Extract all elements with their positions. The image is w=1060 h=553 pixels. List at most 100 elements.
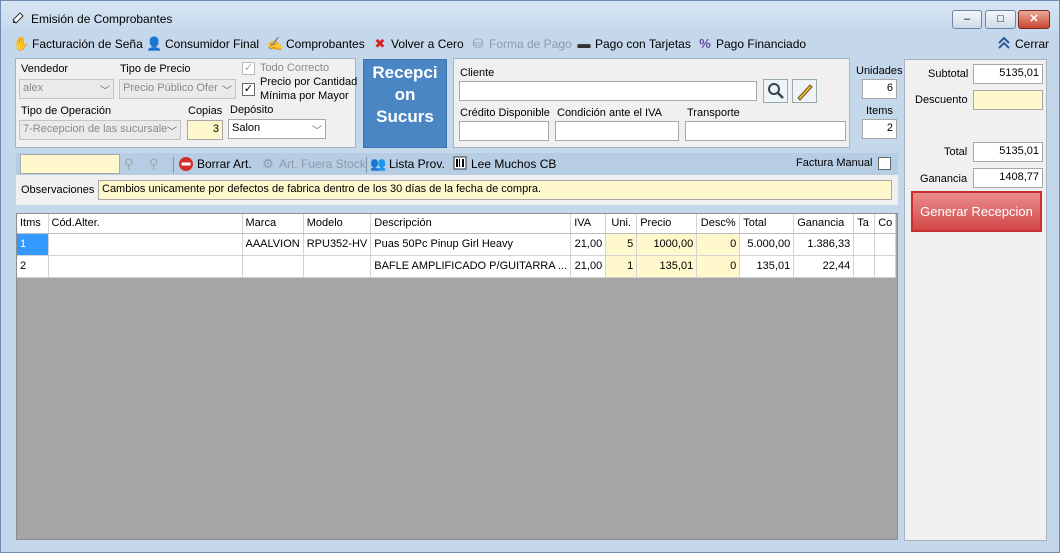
lista-prov-button[interactable]: 👥 Lista Prov.: [370, 155, 445, 173]
todo-correcto-label: Todo Correcto: [260, 62, 330, 74]
table-cell[interactable]: 1: [17, 233, 49, 256]
percent-icon: %: [699, 36, 711, 51]
column-header[interactable]: Ta: [853, 214, 876, 234]
table-cell[interactable]: 1000,00: [636, 233, 698, 256]
toolbar-item-volver-a-cero[interactable]: ✖ Volver a Cero: [372, 35, 464, 53]
toolbar-item-pago-tarjetas[interactable]: ▬ Pago con Tarjetas: [576, 35, 691, 53]
recepcion-sucursal-button[interactable]: Recepci on Sucurs: [363, 59, 447, 148]
table-cell[interactable]: [48, 255, 243, 278]
search-advanced-icon[interactable]: ⚲: [149, 156, 159, 172]
table-cell[interactable]: RPU352-HV: [303, 233, 372, 256]
column-header[interactable]: IVA: [570, 214, 607, 234]
table-cell[interactable]: 5: [605, 233, 638, 256]
table-cell[interactable]: BAFLE AMPLIFICADO P/GUITARRA ...: [370, 255, 572, 278]
tipo-precio-select[interactable]: Precio Público Ofer ﹀: [119, 79, 236, 99]
table-cell[interactable]: 5.000,00: [739, 233, 795, 256]
article-code-input[interactable]: [20, 154, 120, 174]
search-client-button[interactable]: [763, 79, 788, 103]
column-header[interactable]: Descripción: [370, 214, 572, 234]
precio-cantidad-checkbox[interactable]: ✓: [242, 83, 255, 96]
table-cell[interactable]: [874, 255, 897, 278]
items-grid[interactable]: Itms Cód.Alter. Marca Modelo Descripción IVA U…: [16, 213, 898, 540]
unidades-input: 6: [862, 79, 897, 99]
items-label: Items: [866, 105, 893, 117]
tipo-operacion-select[interactable]: 7-Recepcion de las sucursale ﹀: [19, 120, 181, 140]
deposito-label: Depósito: [230, 104, 274, 116]
generar-recepcion-button[interactable]: Generar Recepcion: [911, 191, 1042, 232]
gear-icon: ⚙: [262, 156, 274, 171]
search-icon: [768, 83, 784, 99]
users-icon: 👥: [370, 156, 387, 171]
copias-input[interactable]: 3: [187, 120, 223, 140]
column-header[interactable]: Co: [874, 214, 897, 234]
column-header[interactable]: Marca: [242, 214, 304, 234]
minimize-button[interactable]: –: [952, 10, 982, 29]
iva-input[interactable]: [555, 121, 679, 141]
column-header[interactable]: Desc%: [696, 214, 741, 234]
table-cell[interactable]: 21,00: [570, 255, 607, 278]
table-cell[interactable]: [874, 233, 897, 256]
cliente-input[interactable]: [459, 81, 757, 101]
table-cell[interactable]: [853, 255, 876, 278]
table-cell[interactable]: 22,44: [793, 255, 855, 278]
column-header[interactable]: Modelo: [303, 214, 372, 234]
maximize-button[interactable]: □: [985, 10, 1016, 29]
table-cell[interactable]: 21,00: [570, 233, 607, 256]
table-cell[interactable]: 135,01: [636, 255, 698, 278]
column-header[interactable]: Uni.: [605, 214, 638, 234]
table-cell[interactable]: 0: [696, 233, 741, 256]
column-header[interactable]: Ganancia: [793, 214, 855, 234]
totals-panel: [904, 59, 1047, 541]
table-cell[interactable]: 0: [696, 255, 741, 278]
lee-muchos-cb-button[interactable]: Lee Muchos CB: [452, 155, 556, 173]
descuento-input[interactable]: [973, 90, 1043, 110]
table-cell[interactable]: AAALVION: [242, 233, 304, 256]
coins-icon: ⛁: [472, 36, 484, 51]
table-cell[interactable]: 1.386,33: [793, 233, 855, 256]
table-cell[interactable]: [303, 255, 372, 278]
close-window-button[interactable]: ✕: [1018, 10, 1050, 29]
deposito-select[interactable]: Salon ﹀: [228, 119, 326, 139]
user-icon: 👤: [146, 36, 163, 51]
credito-input[interactable]: [459, 121, 549, 141]
column-header[interactable]: Precio: [636, 214, 698, 234]
double-chevron-up-icon: [996, 36, 1012, 52]
table-row[interactable]: 1 AAALVION RPU352-HV Puas 50Pc Pinup Girl H…: [17, 233, 897, 256]
cerrar-button[interactable]: Cerrar: [996, 35, 1049, 53]
tipo-precio-label: Tipo de Precio: [120, 63, 191, 75]
fuera-stock-button[interactable]: ⚙ Art. Fuera Stock: [260, 155, 366, 173]
todo-correcto-checkbox[interactable]: ✓: [242, 62, 255, 75]
table-cell[interactable]: 135,01: [739, 255, 795, 278]
table-cell[interactable]: [853, 233, 876, 256]
table-cell[interactable]: Puas 50Pc Pinup Girl Heavy: [370, 233, 572, 256]
window: Emisión de Comprobantes – □ ✕ ✋ Facturac…: [0, 0, 1060, 553]
total-label: Total: [944, 146, 968, 158]
grid-header: Itms Cód.Alter. Marca Modelo Descripción IVA U…: [17, 214, 897, 234]
chevron-down-icon: ﹀: [222, 86, 232, 97]
table-cell[interactable]: [242, 255, 304, 278]
borrar-art-button[interactable]: Borrar Art.: [178, 155, 252, 173]
table-cell[interactable]: 2: [17, 255, 49, 278]
vendedor-select[interactable]: alex ﹀: [19, 79, 114, 99]
search-icon[interactable]: ⚲: [124, 156, 134, 172]
toolbar-item-facturacion-sena[interactable]: ✋ Facturación de Seña: [13, 35, 143, 53]
table-cell[interactable]: 1: [605, 255, 638, 278]
transporte-input[interactable]: [685, 121, 846, 141]
edit-client-button[interactable]: [792, 79, 817, 103]
toolbar-item-comprobantes[interactable]: ✍ Comprobantes: [267, 35, 365, 53]
toolbar: ✋ Facturación de Seña 👤 Consumidor Final…: [1, 32, 1059, 54]
column-header[interactable]: Itms: [17, 214, 49, 234]
table-row[interactable]: 2 BAFLE AMPLIFICADO P/GUITARRA ... 21,00 1 1…: [17, 255, 897, 278]
table-cell[interactable]: [48, 233, 243, 256]
toolbar-item-pago-financiado[interactable]: % Pago Financiado: [697, 35, 806, 53]
column-header[interactable]: Cód.Alter.: [48, 214, 243, 234]
toolbar-item-forma-de-pago[interactable]: ⛁ Forma de Pago: [470, 35, 572, 53]
iva-label: Condición ante el IVA: [557, 107, 662, 119]
toolbar-item-consumidor-final[interactable]: 👤 Consumidor Final: [146, 35, 259, 53]
observaciones-label: Observaciones: [21, 184, 95, 196]
precio-cantidad-label: Precio por Cantidad: [260, 76, 358, 88]
factura-manual-checkbox[interactable]: [878, 157, 891, 170]
factura-manual-label: Factura Manual: [796, 157, 873, 169]
observaciones-input[interactable]: Cambios unicamente por defectos de fabri…: [98, 180, 892, 200]
column-header[interactable]: Total: [739, 214, 795, 234]
